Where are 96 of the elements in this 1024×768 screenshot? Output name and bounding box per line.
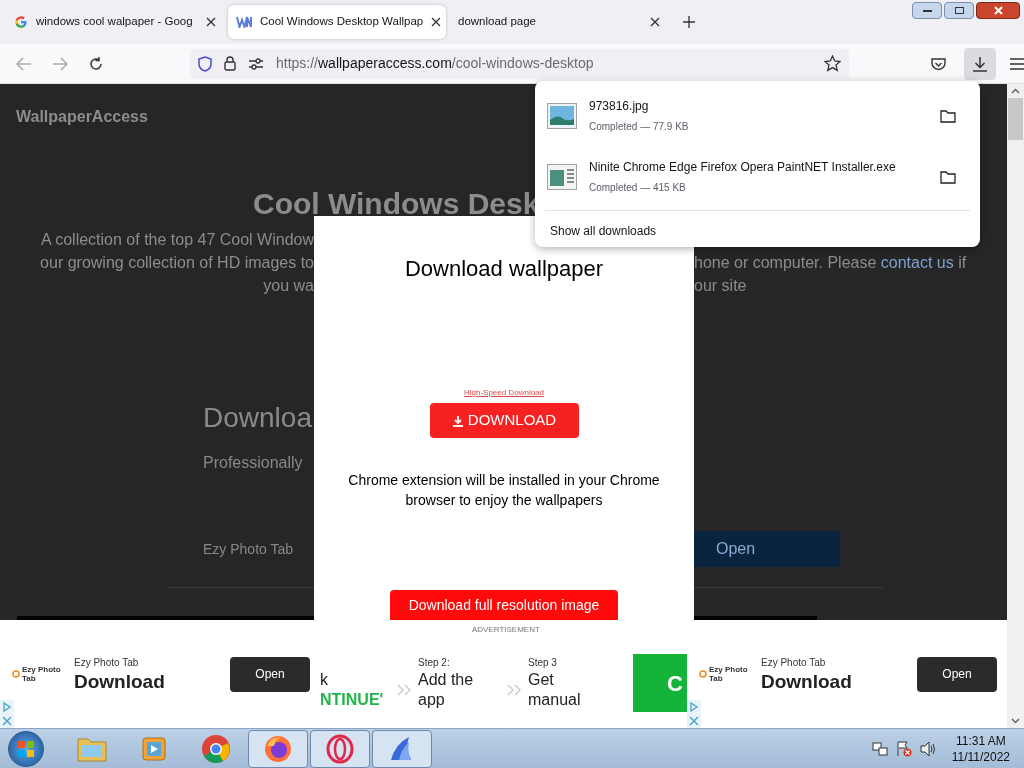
step-text: Add the app	[418, 670, 475, 710]
intro-text: A collection of the top 47 Cool Window	[40, 230, 314, 250]
logo-icon	[12, 670, 20, 678]
ad-brand: Ezy Photo Tab	[761, 655, 827, 670]
download-item[interactable]: 973816.jpg Completed — 77.9 KB	[539, 85, 976, 146]
star-icon[interactable]	[824, 55, 842, 72]
ad-info-icon[interactable]	[0, 700, 14, 714]
url-text: https://wallpaperaccess.com/cool-windows-desktop	[275, 54, 595, 73]
media-player-icon[interactable]	[140, 734, 168, 763]
sliders-icon[interactable]	[247, 57, 264, 70]
download-item[interactable]: Ninite Chrome Edge Firefox Opera PaintNET Installer.exe Completed — 415 KB	[539, 146, 976, 207]
close-icon[interactable]	[650, 17, 660, 27]
app-name: Ezy Photo Tab	[203, 539, 295, 559]
clock-time: 11:31 AM	[955, 732, 1006, 749]
browser-tab[interactable]: Cool Windows Desktop Wallpap	[228, 5, 446, 39]
download-status: Completed — 77.9 KB	[589, 120, 690, 134]
ad-title: Download	[74, 669, 166, 694]
ad-open-button[interactable]: Open	[917, 656, 997, 692]
windows-logo-icon	[17, 739, 35, 758]
download-icon	[972, 55, 989, 72]
ad-link[interactable]: High-Speed Download	[463, 387, 545, 399]
full-resolution-button[interactable]: Download full resolution image	[390, 590, 618, 620]
scroll-down-icon[interactable]	[1011, 718, 1020, 724]
intro-text: hone or computer. Please	[694, 254, 877, 271]
program-file-icon	[547, 163, 577, 190]
taskbar-app[interactable]	[372, 729, 432, 768]
restore-button[interactable]	[944, 2, 974, 19]
taskbar-app[interactable]	[310, 729, 370, 768]
section-heading: Downloa	[203, 401, 312, 435]
lock-icon[interactable]	[223, 56, 236, 71]
clock-date: 11/11/2022	[951, 748, 1010, 765]
intro-text: if	[958, 254, 967, 271]
ad-info-icon[interactable]	[687, 700, 701, 714]
intro-text: you wa	[263, 276, 314, 296]
close-icon[interactable]	[206, 17, 216, 27]
extension-note: Chrome extension will be installed in your Chrome browser to enjoy the wallpapers	[347, 471, 661, 510]
folder-icon[interactable]	[940, 108, 956, 123]
scrollbar[interactable]	[1007, 84, 1024, 620]
firefox-icon[interactable]	[263, 733, 293, 764]
section-subtitle: Professionally	[203, 453, 303, 473]
contact-link[interactable]: contact us	[880, 254, 954, 271]
intro-text: our growing collection of HD images to	[40, 253, 314, 273]
file-name: 973816.jpg	[589, 98, 650, 115]
logo-icon	[699, 670, 707, 678]
taskbar-app[interactable]	[248, 729, 308, 768]
start-button[interactable]	[8, 730, 44, 767]
browser-tab[interactable]: download page	[450, 5, 668, 39]
download-icon	[451, 414, 464, 427]
clock[interactable]: 11:31 AM 11/11/2022	[951, 732, 1010, 765]
chevrons-icon	[506, 684, 522, 696]
ad-open-button[interactable]: Open	[230, 656, 310, 692]
reload-icon[interactable]	[87, 55, 104, 72]
opera-icon[interactable]	[325, 733, 355, 764]
chrome-icon[interactable]	[201, 733, 231, 764]
ad-label: ADVERTISEMENT	[472, 624, 540, 636]
step-action: NTINUE'	[320, 690, 385, 710]
close-icon	[993, 6, 1003, 15]
intro-text: our site	[694, 276, 748, 296]
close-button[interactable]	[976, 2, 1020, 19]
menu-icon[interactable]	[1010, 57, 1024, 70]
ad-logo-text: Ezy Photo Tab	[709, 665, 749, 683]
chevrons-icon	[396, 684, 412, 696]
file-name: Ninite Chrome Edge Firefox Opera PaintNET Installer.exe	[589, 159, 897, 176]
downloads-button[interactable]	[964, 47, 997, 80]
browser-tab[interactable]: windows cool walpaper - Goog	[6, 5, 224, 39]
download-button[interactable]: DOWNLOAD	[429, 403, 579, 438]
google-icon	[14, 15, 28, 29]
flag-error-icon[interactable]	[895, 740, 912, 757]
scroll-thumb[interactable]	[1008, 98, 1023, 140]
minimize-button[interactable]	[912, 2, 942, 19]
network-icon[interactable]	[871, 740, 888, 757]
w-logo-icon	[236, 16, 252, 28]
download-status: Completed — 415 KB	[589, 181, 687, 195]
ad-brand: Ezy Photo Tab	[74, 655, 140, 670]
image-file-icon	[547, 102, 577, 129]
show-all-downloads-link[interactable]: Show all downloads	[550, 222, 976, 240]
tab-title: windows cool walpaper - Goog	[36, 14, 194, 30]
page-heading: Cool Windows Desk	[253, 186, 540, 222]
tab-title: Cool Windows Desktop Wallpap	[260, 14, 424, 30]
site-logo[interactable]: WallpaperAccess	[16, 105, 148, 129]
plus-icon[interactable]	[682, 15, 696, 29]
step-text: Get manual	[528, 670, 582, 710]
address-bar[interactable]: https://wallpaperaccess.com/cool-windows-desktop	[189, 48, 850, 79]
speaker-icon[interactable]	[919, 740, 936, 757]
scroll-up-icon[interactable]	[1011, 88, 1020, 94]
shield-icon[interactable]	[197, 55, 212, 72]
folder-icon[interactable]	[940, 169, 956, 184]
step-label: Step 3	[528, 656, 558, 670]
step-text: k	[320, 670, 329, 690]
dialog-title: Download wallpaper	[404, 255, 604, 283]
close-icon[interactable]	[431, 17, 442, 27]
step-label: Step 2:	[418, 656, 451, 670]
tab-title: download page	[458, 14, 537, 30]
pocket-icon[interactable]	[931, 56, 947, 71]
ad-logo-text: Ezy Photo Tab	[22, 665, 62, 683]
ad-title: Download	[761, 669, 853, 694]
